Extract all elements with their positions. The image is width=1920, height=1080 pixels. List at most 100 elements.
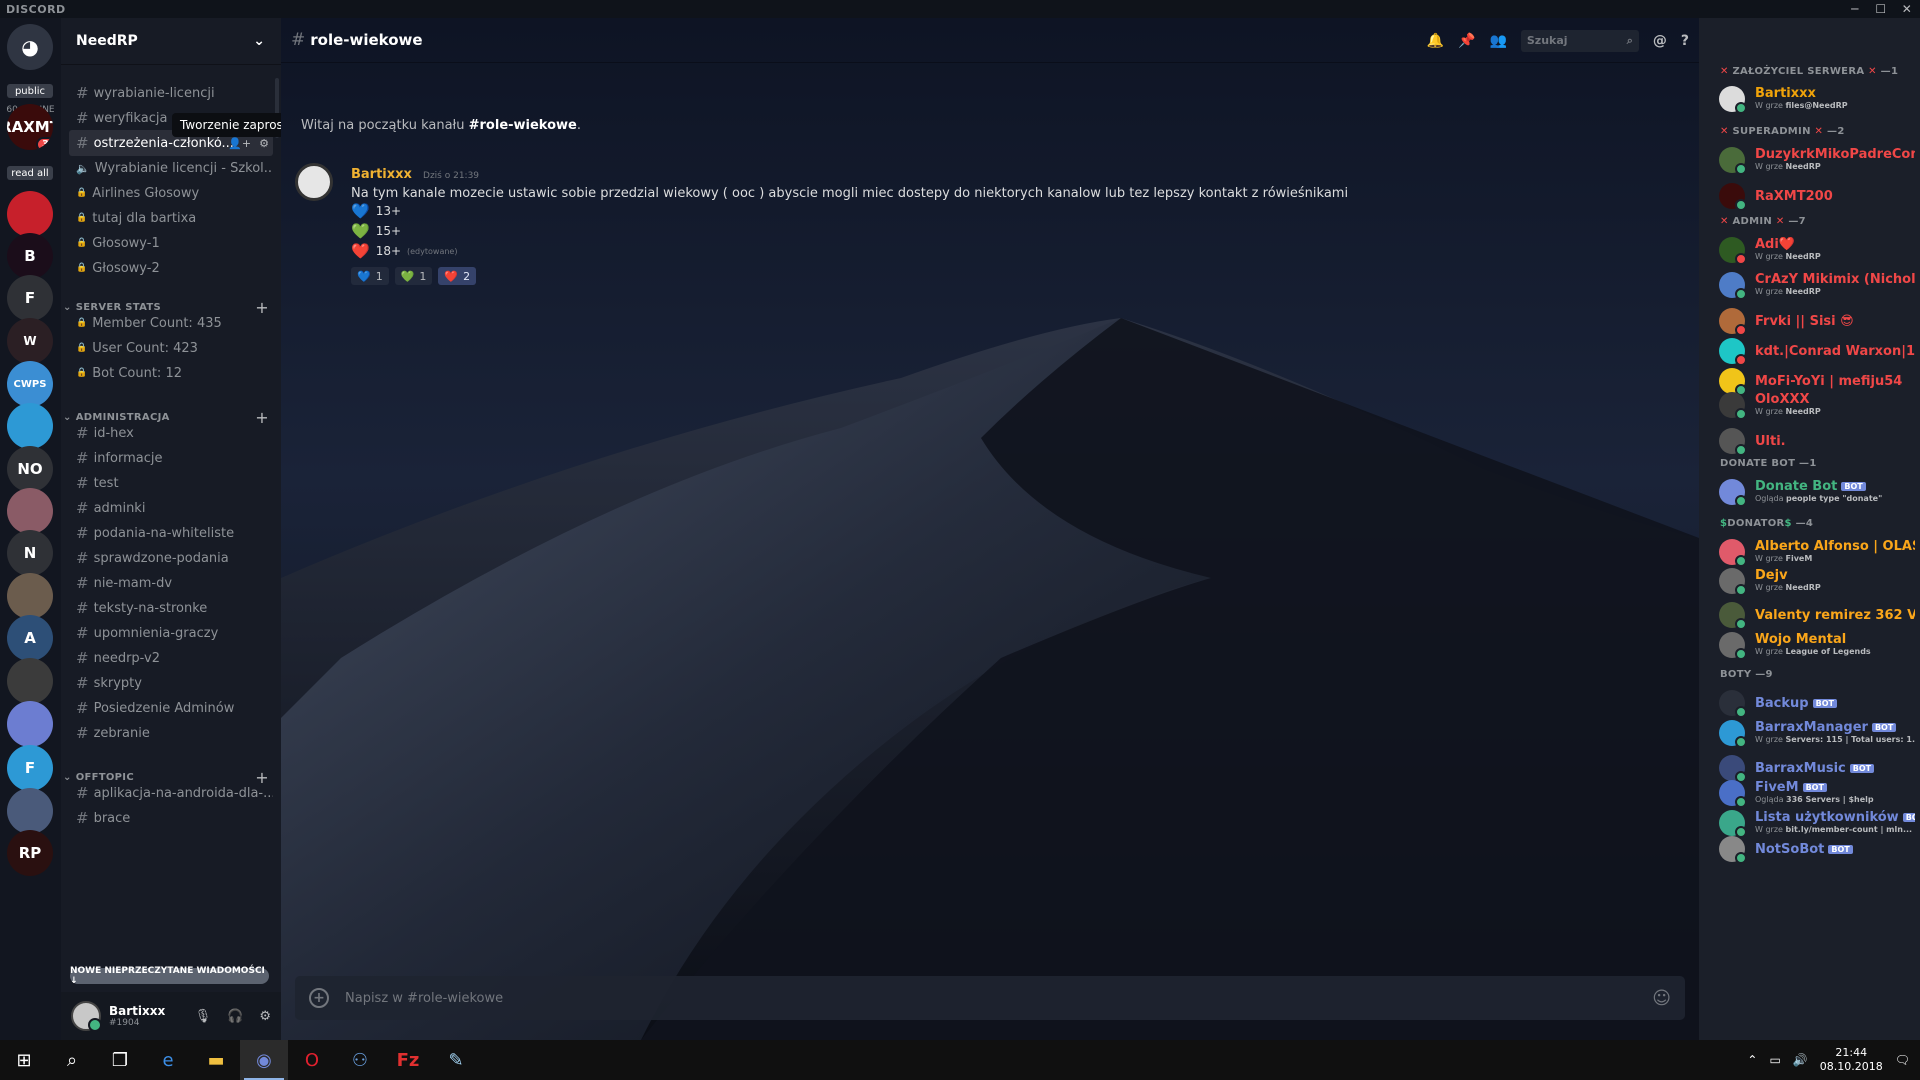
gear-icon[interactable]: ⚙ (259, 1009, 271, 1024)
avatar[interactable] (1719, 272, 1747, 300)
avatar[interactable] (1719, 720, 1747, 748)
author-avatar[interactable] (295, 163, 333, 201)
channel-item[interactable]: # needrp-v2 (69, 645, 273, 671)
member-item[interactable]: Ulti. (1719, 426, 1915, 458)
guild-b-server[interactable]: B (7, 233, 53, 279)
guild-cowboy[interactable] (7, 573, 53, 619)
member-item[interactable]: Wojo Mental W grze League of Legends (1719, 630, 1915, 662)
avatar[interactable] (71, 1001, 102, 1032)
guild-w-server[interactable]: W (7, 318, 53, 364)
task-view-icon[interactable]: ❐ (96, 1040, 144, 1080)
close-button[interactable]: ✕ (1894, 0, 1920, 18)
channel-item[interactable]: 🔒 Member Count: 435 (69, 310, 273, 336)
member-item[interactable]: BarraxManager BOT W grze Servers: 115 | To… (1719, 718, 1915, 750)
guild-bot-server[interactable] (7, 701, 53, 747)
avatar[interactable] (1719, 632, 1747, 660)
bell-icon[interactable]: 🔔 (1427, 33, 1444, 49)
member-item[interactable]: Alberto Alfonso | OLAS W grze FiveM (1719, 537, 1915, 569)
notepad-icon[interactable]: ✎ (432, 1040, 480, 1080)
channel-item[interactable]: 🔒 Głosowy-2 (69, 255, 273, 281)
avatar[interactable] (1719, 780, 1747, 808)
member-item[interactable]: Valenty remirez 362 Ve... (1719, 600, 1915, 632)
edge-icon[interactable]: e (144, 1040, 192, 1080)
guild-a-server[interactable]: A (7, 615, 53, 661)
add-attachment-icon[interactable]: + (309, 988, 329, 1008)
avatar[interactable] (1719, 690, 1747, 718)
member-item[interactable]: OloXXX W grze NeedRP (1719, 390, 1915, 422)
chevron-up-icon[interactable]: ⌃ (1747, 1053, 1757, 1067)
avatar[interactable] (1719, 237, 1747, 265)
channel-item[interactable]: 🔈 Wyrabianie licencji - Szkol... (69, 155, 273, 181)
avatar[interactable] (1719, 428, 1747, 456)
guild-rp-server[interactable]: RP (7, 830, 53, 876)
welcome-channel[interactable]: #role-wiekowe (469, 118, 577, 133)
guild-cwps[interactable]: CWPS (7, 361, 53, 407)
channel-item[interactable]: # id-hex (69, 420, 273, 446)
channel-item[interactable]: 🔒 Głosowy-1 (69, 230, 273, 256)
guild-discord-home[interactable]: ◕ (7, 24, 53, 70)
member-item[interactable]: Backup BOT (1719, 688, 1915, 720)
public-pill[interactable]: public (7, 84, 53, 98)
read-all-pill[interactable]: read all (7, 166, 53, 180)
headphones-icon[interactable]: 🎧 (227, 1009, 243, 1024)
member-item[interactable]: Donate Bot BOT Ogląda people type "donate" (1719, 477, 1915, 509)
avatar[interactable] (1719, 392, 1747, 420)
reaction[interactable]: 💚 1 (394, 267, 433, 285)
discord-taskbar-icon[interactable]: ◉ (240, 1040, 288, 1080)
channel-item[interactable]: # informacje (69, 445, 273, 471)
channel-item[interactable]: # Posiedzenie Adminów (69, 695, 273, 721)
channel-item[interactable]: # podania-na-whiteliste (69, 520, 273, 546)
microphone-icon[interactable]: 🎙 (195, 1009, 212, 1024)
channel-item[interactable]: # sprawdzone-podania (69, 545, 273, 571)
channel-item[interactable]: # brace (69, 805, 273, 831)
network-icon[interactable]: ▭ (1769, 1053, 1780, 1067)
avatar[interactable] (1719, 479, 1747, 507)
avatar[interactable] (1719, 539, 1747, 567)
maximize-button[interactable]: ☐ (1868, 0, 1894, 18)
search-icon[interactable]: ⌕ (48, 1040, 96, 1080)
message-author[interactable]: Bartixxx (351, 167, 412, 182)
emoji-picker-icon[interactable]: ☺ (1652, 988, 1671, 1009)
avatar[interactable] (1719, 86, 1747, 114)
filezilla-icon[interactable]: Fz (384, 1040, 432, 1080)
avatar[interactable] (1719, 147, 1747, 175)
message-composer[interactable]: + Napisz w #role-wiekowe ☺ (295, 976, 1685, 1020)
channel-item[interactable]: # zebranie (69, 720, 273, 746)
avatar[interactable] (1719, 308, 1747, 336)
guild-raxmt[interactable]: RAXMT3 (7, 104, 53, 150)
member-item[interactable]: Bartixxx W grze files@NeedRP (1719, 84, 1915, 116)
member-item[interactable]: FiveM BOT Ogląda 336 Servers | $help (1719, 778, 1915, 810)
member-item[interactable]: RaXMT200 (1719, 181, 1915, 213)
clock[interactable]: 21:44 08.10.2018 (1820, 1046, 1883, 1074)
channel-item[interactable]: 🔒 tutaj dla bartixa (69, 205, 273, 231)
minimize-button[interactable]: ─ (1842, 0, 1868, 18)
reaction[interactable]: 💙 1 (351, 267, 389, 285)
guild-pikachu[interactable] (7, 191, 53, 237)
avatar[interactable] (1719, 338, 1747, 366)
member-item[interactable]: kdt.|Conrad Warxon|112... (1719, 336, 1915, 368)
notifications-icon[interactable]: 🗨 (1895, 1053, 1910, 1067)
guild-f-server[interactable]: F (7, 275, 53, 321)
opera-icon[interactable]: O (288, 1040, 336, 1080)
windows-start-icon[interactable]: ⊞ (0, 1040, 48, 1080)
member-item[interactable]: NotSoBot BOT (1719, 834, 1915, 866)
guild-mech[interactable] (7, 788, 53, 834)
member-item[interactable]: DuzykrkMikoPadreCom...W grze NeedRP (1719, 145, 1915, 177)
members-icon[interactable]: 👥 (1489, 33, 1506, 49)
server-header[interactable]: NeedRP ⌄ (61, 18, 281, 65)
channel-item[interactable]: 🔒 User Count: 423 (69, 335, 273, 361)
mention-icon[interactable]: @ (1653, 33, 1667, 49)
guild-fivem[interactable]: F (7, 745, 53, 791)
reaction[interactable]: ❤️ 2 (438, 267, 477, 285)
guild-robot[interactable] (7, 403, 53, 449)
channel-item[interactable]: # upomnienia-graczy (69, 620, 273, 646)
file-explorer-icon[interactable]: ▬ (192, 1040, 240, 1080)
channel-item[interactable]: 🔒 Bot Count: 12 (69, 360, 273, 386)
channel-settings-icon[interactable]: ⚙ (259, 137, 269, 150)
channel-item[interactable]: # skrypty (69, 670, 273, 696)
member-item[interactable]: Adi❤️ W grze NeedRP (1719, 235, 1915, 267)
channel-item[interactable]: # teksty-na-stronke (69, 595, 273, 621)
avatar[interactable] (1719, 602, 1747, 630)
avatar[interactable] (1719, 568, 1747, 596)
network-app-icon[interactable]: ⚇ (336, 1040, 384, 1080)
